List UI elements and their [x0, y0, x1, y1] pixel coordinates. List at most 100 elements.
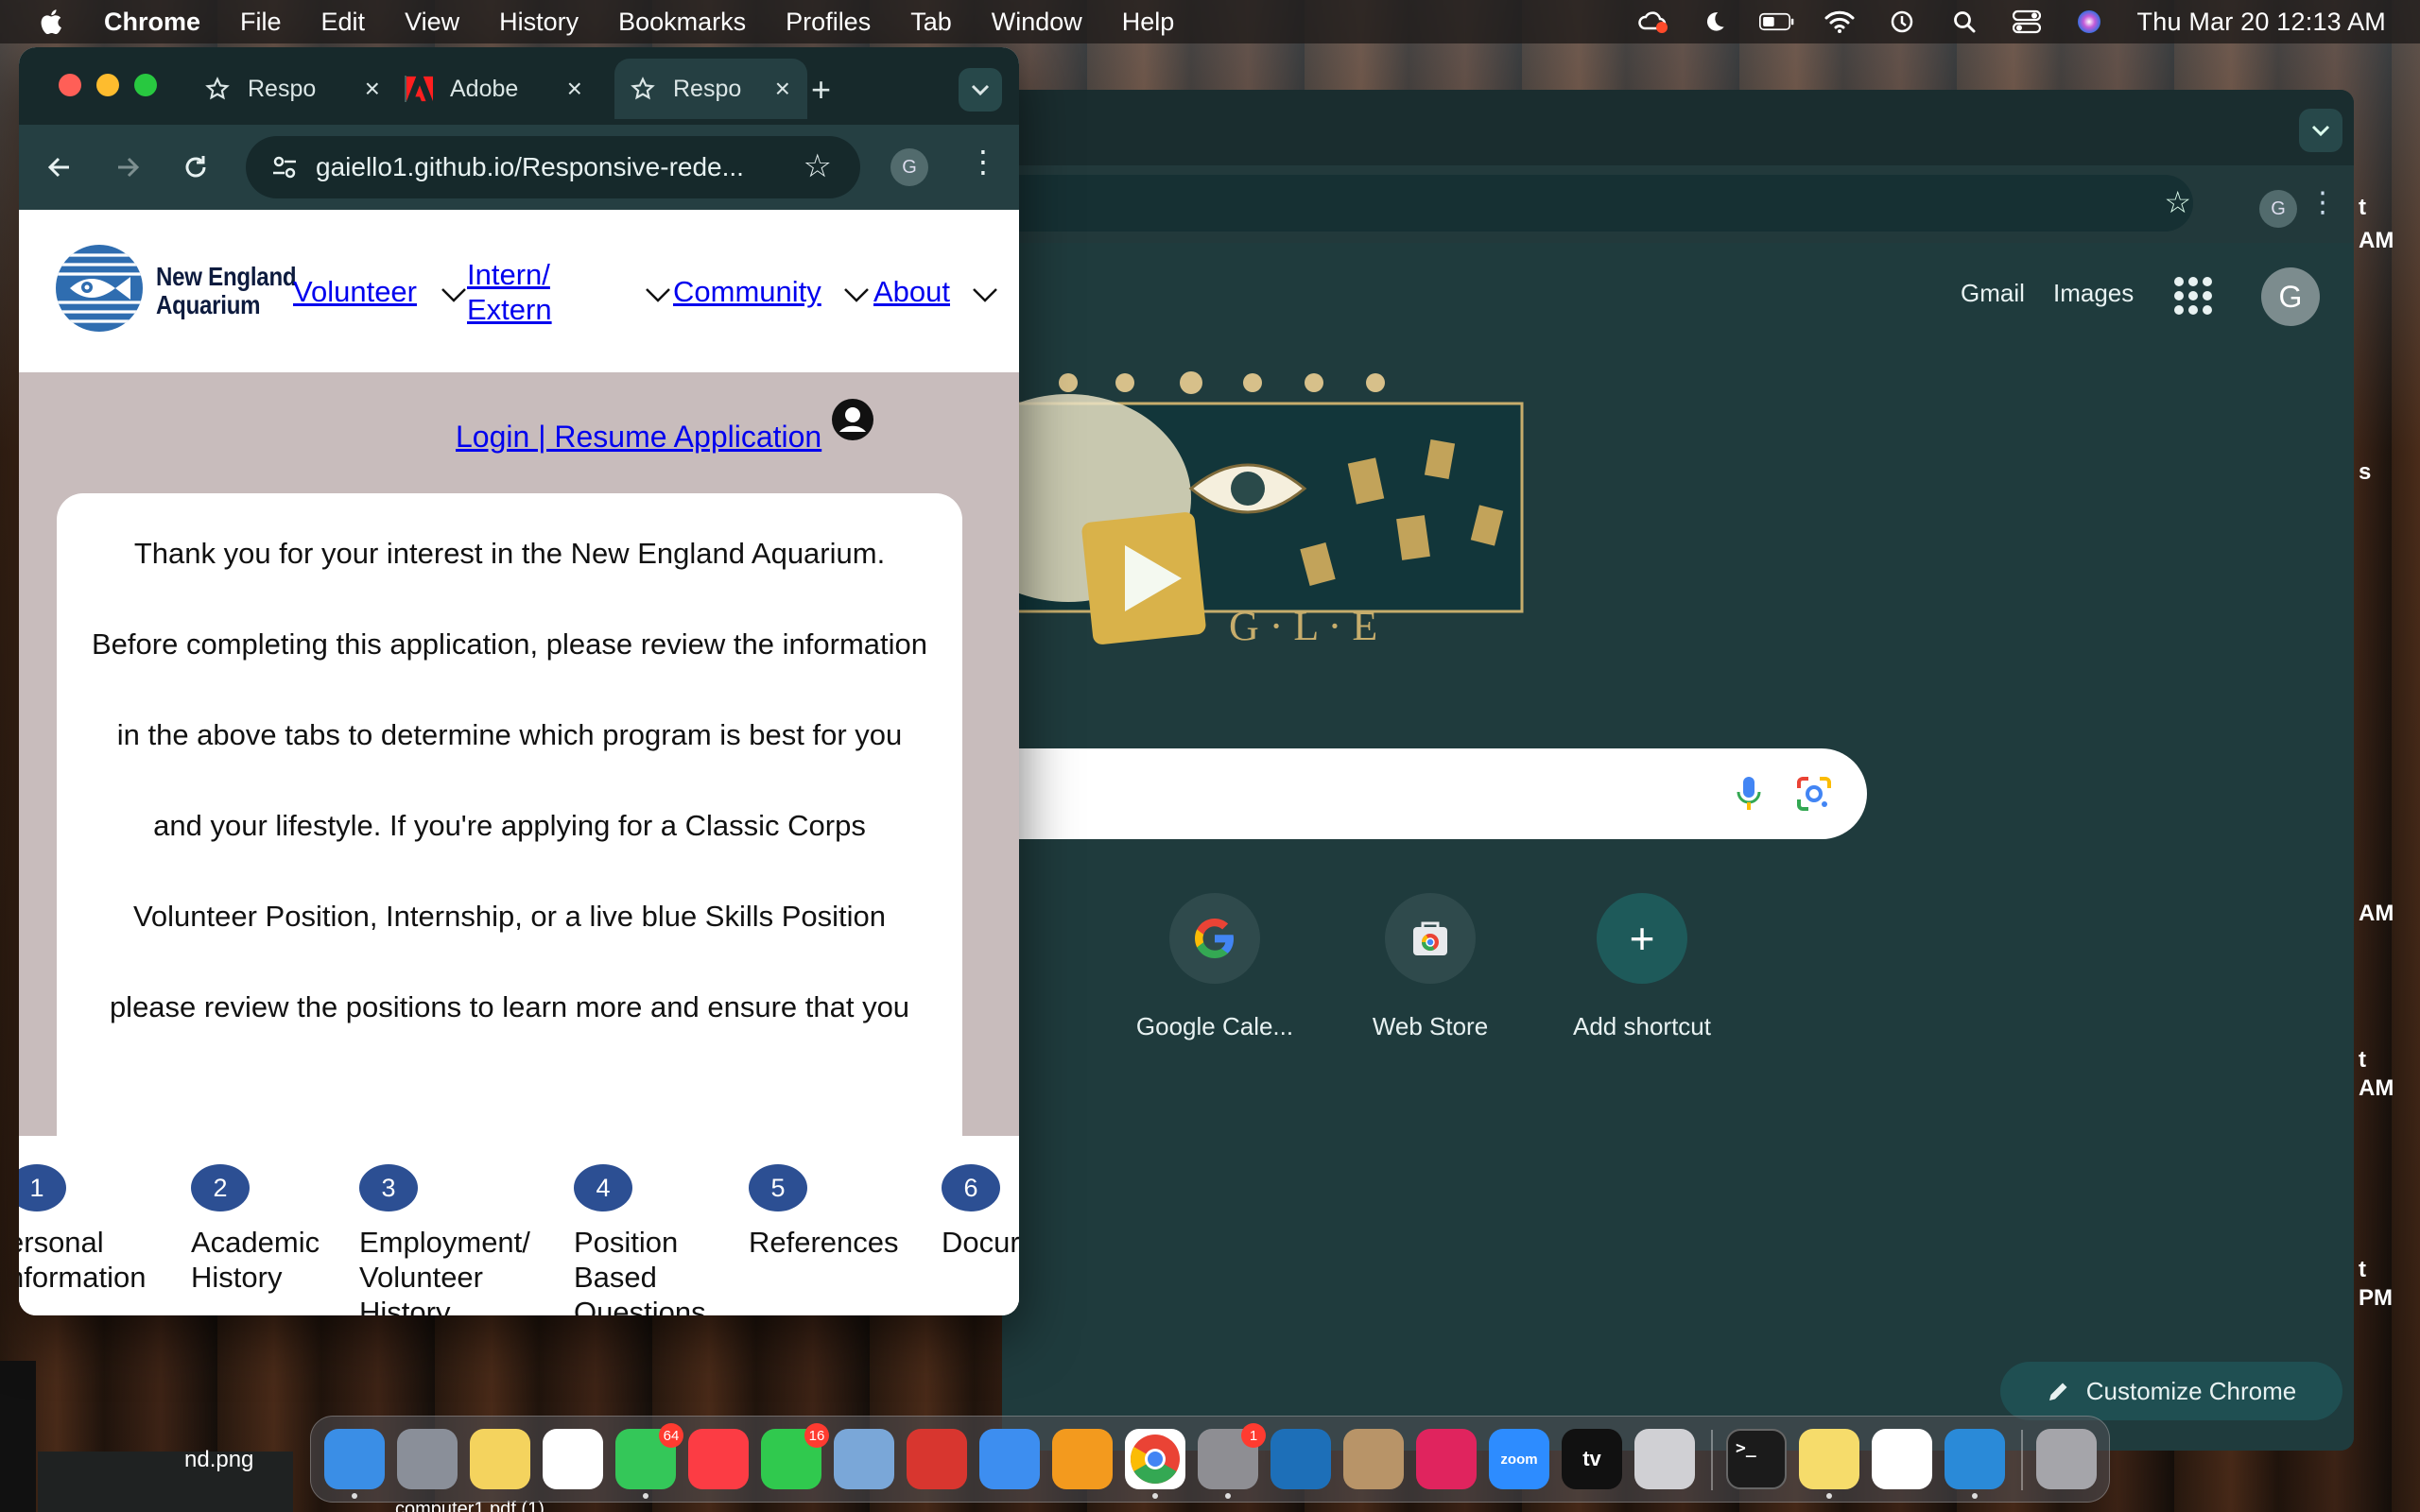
dock-messages-icon[interactable]: 64: [615, 1423, 683, 1499]
dock-apple-tv-icon[interactable]: tv: [1562, 1429, 1622, 1489]
tab-2[interactable]: Adobe ×: [406, 59, 599, 119]
tab-3-active[interactable]: Respo ×: [614, 59, 807, 119]
dock-vs-code-icon[interactable]: [1945, 1429, 2005, 1499]
background-chrome-window[interactable]: ☆ G ⋮ Gmail Images G G · L · E Google Ca…: [1002, 90, 2354, 1451]
dock-launchpad-icon[interactable]: [397, 1429, 458, 1489]
dock-pages-icon[interactable]: [1052, 1429, 1113, 1489]
google-apps-icon[interactable]: [2174, 277, 2212, 315]
dock-creative-cloud-icon[interactable]: [1416, 1429, 1477, 1489]
back-arrow-icon[interactable]: [38, 146, 81, 189]
address-bar[interactable]: [1002, 175, 2193, 232]
battery-icon[interactable]: [1758, 8, 1795, 36]
front-chrome-window[interactable]: Respo × Adobe × Respo × + gaiello1.githu…: [19, 47, 1019, 1315]
new-tab-plus-icon[interactable]: +: [811, 70, 831, 110]
dock-slack-icon[interactable]: [1872, 1429, 1932, 1489]
time-machine-icon[interactable]: [1884, 8, 1920, 36]
reload-icon[interactable]: [174, 146, 217, 189]
desktop-file[interactable]: nd.png: [184, 1447, 253, 1473]
chevron-down-icon[interactable]: [843, 285, 870, 304]
zoom-window-button[interactable]: [134, 74, 157, 96]
images-link[interactable]: Images: [2053, 279, 2134, 308]
creative-cloud-status-icon[interactable]: [1634, 8, 1670, 36]
nav-community-link[interactable]: Community: [673, 274, 821, 309]
shortcut-web-store[interactable]: Web Store: [1340, 893, 1520, 1041]
bookmark-star-icon[interactable]: ☆: [2164, 184, 2191, 220]
chevron-down-icon[interactable]: [441, 285, 467, 304]
close-tab-icon[interactable]: ×: [567, 74, 582, 104]
minimize-window-button[interactable]: [96, 74, 119, 96]
wifi-icon[interactable]: [1822, 8, 1858, 36]
dock-system-settings-icon[interactable]: 1: [1198, 1423, 1266, 1499]
dock-chrome-icon[interactable]: [1125, 1429, 1185, 1499]
close-tab-icon[interactable]: ×: [365, 74, 380, 104]
customize-chrome-button[interactable]: Customize Chrome: [2000, 1362, 2342, 1420]
menu-help[interactable]: Help: [1122, 8, 1175, 37]
menu-file[interactable]: File: [240, 8, 282, 37]
dock-mail-icon[interactable]: [979, 1429, 1040, 1489]
shortcut-google-calendar[interactable]: Google Cale...: [1125, 893, 1305, 1041]
dock-finder-icon[interactable]: [324, 1429, 385, 1499]
nav-intern-extern-link[interactable]: Intern/ Extern: [467, 257, 552, 327]
dock-terminal-icon[interactable]: >_: [1726, 1429, 1787, 1489]
step-2[interactable]: 2 Academic History: [191, 1164, 320, 1295]
nav-volunteer-link[interactable]: Volunteer: [293, 274, 417, 309]
dock-preview-icon[interactable]: [834, 1429, 894, 1489]
menu-profiles[interactable]: Profiles: [786, 8, 871, 37]
site-settings-icon[interactable]: [270, 153, 299, 181]
step-3[interactable]: 3 Employment/ Volunteer History: [359, 1164, 530, 1315]
gmail-link[interactable]: Gmail: [1961, 279, 2025, 308]
google-doodle[interactable]: G · L · E: [1002, 356, 1569, 668]
chevron-down-icon[interactable]: [972, 285, 998, 304]
close-tab-icon[interactable]: ×: [775, 74, 790, 104]
menu-tab[interactable]: Tab: [910, 8, 952, 37]
dock-iphone-mirroring-icon[interactable]: [1634, 1429, 1695, 1489]
spotlight-search-icon[interactable]: [1946, 8, 1982, 36]
address-bar[interactable]: gaiello1.github.io/Responsive-rede... ☆: [246, 136, 860, 198]
bookmark-star-icon[interactable]: ☆: [804, 147, 832, 185]
tab-search-button[interactable]: [2299, 109, 2342, 152]
add-shortcut-button[interactable]: + Add shortcut: [1552, 893, 1732, 1041]
google-lens-icon[interactable]: [1795, 775, 1833, 813]
dock-notes-icon[interactable]: [470, 1429, 530, 1489]
menu-view[interactable]: View: [405, 8, 459, 37]
menu-clock[interactable]: Thu Mar 20 12:13 AM: [2137, 8, 2386, 37]
step-6[interactable]: 6 Docur: [942, 1164, 1019, 1260]
nav-about-link[interactable]: About: [873, 274, 950, 309]
dock-trash-icon[interactable]: [2036, 1429, 2097, 1489]
dock-reminders-icon[interactable]: [543, 1429, 603, 1489]
profile-button[interactable]: G: [2259, 190, 2297, 228]
login-resume-link[interactable]: Login | Resume Application: [456, 420, 821, 455]
voice-search-icon[interactable]: [1735, 775, 1763, 813]
menu-kebab-icon[interactable]: ⋮: [968, 144, 998, 180]
control-center-icon[interactable]: [2009, 8, 2045, 36]
forward-arrow-icon[interactable]: [106, 146, 149, 189]
account-avatar[interactable]: G: [2261, 267, 2320, 326]
dock-quicktime-icon[interactable]: [1270, 1429, 1331, 1489]
aquarium-logo-icon[interactable]: [55, 244, 144, 333]
dock-zoom-icon[interactable]: zoom: [1489, 1429, 1549, 1489]
close-window-button[interactable]: [59, 74, 81, 96]
dock-stickies-icon[interactable]: [1799, 1429, 1859, 1499]
apple-logo-icon[interactable]: [36, 6, 68, 38]
dock-music-icon[interactable]: [688, 1429, 749, 1489]
menu-history[interactable]: History: [499, 8, 579, 37]
google-search-box[interactable]: [1002, 748, 1867, 839]
profile-button[interactable]: G: [890, 148, 928, 186]
dock-photo-booth-icon[interactable]: [907, 1429, 967, 1489]
dock-contacts-icon[interactable]: [1343, 1429, 1404, 1489]
menu-bookmarks[interactable]: Bookmarks: [618, 8, 746, 37]
dock-facetime-icon[interactable]: 16: [761, 1423, 829, 1489]
siri-icon[interactable]: [2071, 8, 2107, 36]
user-account-icon[interactable]: [830, 397, 875, 442]
tab-1[interactable]: Respo ×: [204, 59, 397, 119]
step-5[interactable]: 5 References: [749, 1164, 899, 1260]
menu-window[interactable]: Window: [992, 8, 1082, 37]
tab-search-button[interactable]: [959, 68, 1002, 112]
menu-kebab-icon[interactable]: ⋮: [2308, 186, 2337, 219]
menu-edit[interactable]: Edit: [321, 8, 366, 37]
logo-text[interactable]: New England Aquarium: [156, 263, 297, 319]
chevron-down-icon[interactable]: [645, 285, 671, 304]
menu-app-name[interactable]: Chrome: [104, 8, 200, 37]
step-4[interactable]: 4 Position Based Questions: [574, 1164, 706, 1315]
moon-icon[interactable]: [1697, 8, 1733, 36]
